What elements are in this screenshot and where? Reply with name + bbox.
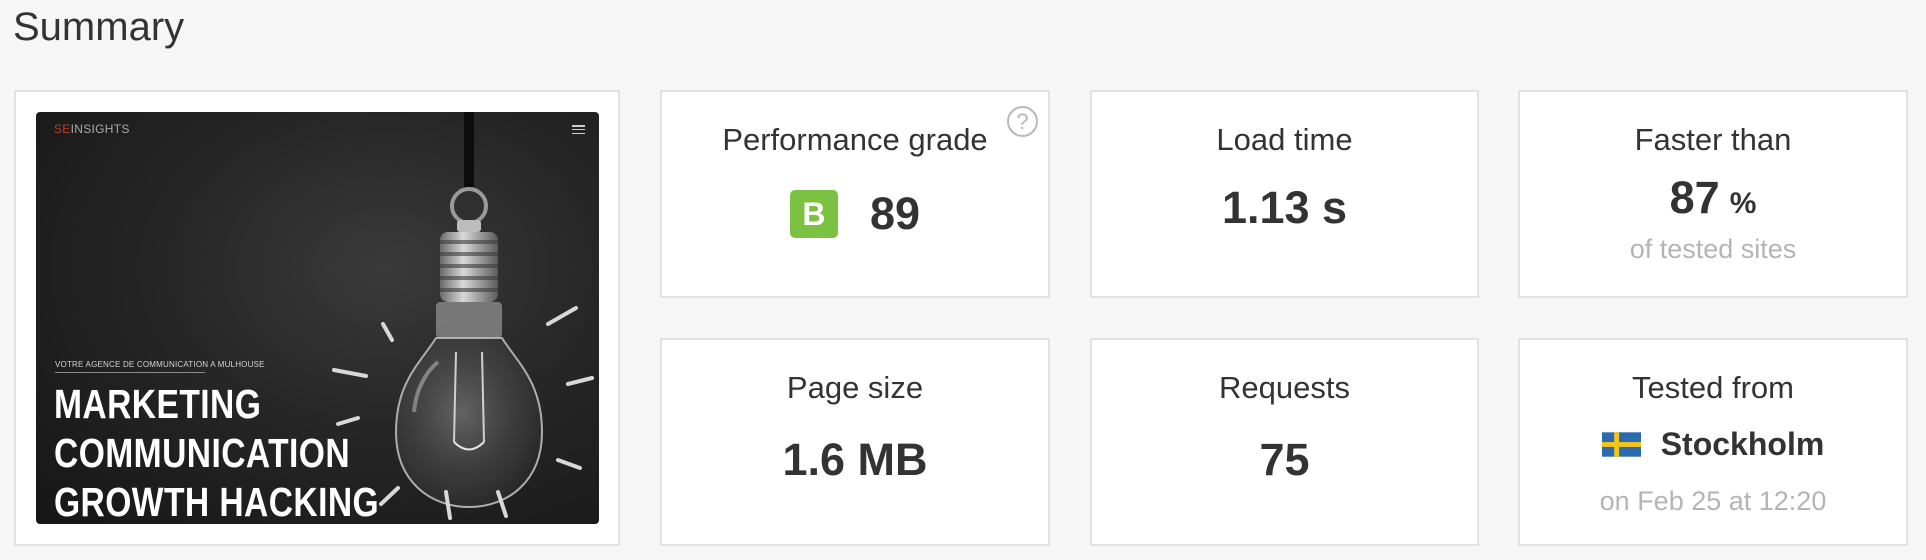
faster-than-card: Faster than 87% of tested sites [1518, 90, 1908, 298]
percent-unit: % [1729, 187, 1757, 220]
faster-than-subtext: of tested sites [1629, 234, 1797, 264]
location-row: Stockholm [1520, 426, 1906, 463]
faster-than-label: Faster than [1634, 122, 1792, 157]
screenshot-tagline: VOTRE AGENCE DE COMMUNICATION A MULHOUSE [55, 360, 265, 373]
load-time-card: Load time 1.13 s [1090, 90, 1479, 298]
headline-line: MARKETING [54, 381, 262, 427]
section-title: Summary [13, 5, 185, 49]
requests-card: Requests 75 [1090, 338, 1479, 546]
screenshot-headline: MARKETING COMMUNICATION GROWTH HACKING [54, 380, 379, 524]
faster-than-value: 87 [1669, 172, 1720, 223]
requests-value: 75 [1259, 434, 1310, 485]
page-size-card: Page size 1.6 MB [660, 338, 1050, 546]
screenshot-logo: SEINSIGHTS [54, 122, 130, 136]
sweden-flag-icon [1601, 432, 1641, 457]
requests-label: Requests [1219, 370, 1350, 405]
load-time-label: Load time [1216, 122, 1353, 157]
tested-from-card: Tested from Stockholm on Feb 25 at 12:20 [1518, 338, 1908, 546]
headline-line: COMMUNICATION [54, 430, 351, 476]
hamburger-menu-icon [572, 125, 585, 135]
summary-section: Summary SEINSIGHTS VOTRE AGENCE DE COMMU… [0, 0, 1926, 560]
page-size-label: Page size [786, 370, 924, 405]
headline-line: GROWTH HACKING [54, 479, 380, 524]
performance-grade-card: ? Performance grade B 89 [660, 90, 1050, 298]
tested-from-label: Tested from [1632, 370, 1794, 405]
screenshot-card: SEINSIGHTS VOTRE AGENCE DE COMMUNICATION… [14, 90, 620, 546]
faster-than-value-row: 87% [1520, 172, 1906, 224]
grade-badge: B [789, 190, 838, 238]
load-time-value: 1.13 s [1221, 182, 1348, 233]
performance-grade-label: Performance grade [722, 122, 988, 157]
page-size-value: 1.6 MB [782, 434, 928, 485]
location-name: Stockholm [1660, 426, 1825, 462]
performance-score: 89 [869, 188, 921, 239]
page-screenshot[interactable]: SEINSIGHTS VOTRE AGENCE DE COMMUNICATION… [36, 112, 599, 524]
test-date: on Feb 25 at 12:20 [1599, 486, 1827, 516]
performance-grade-row: B 89 [662, 188, 1048, 240]
